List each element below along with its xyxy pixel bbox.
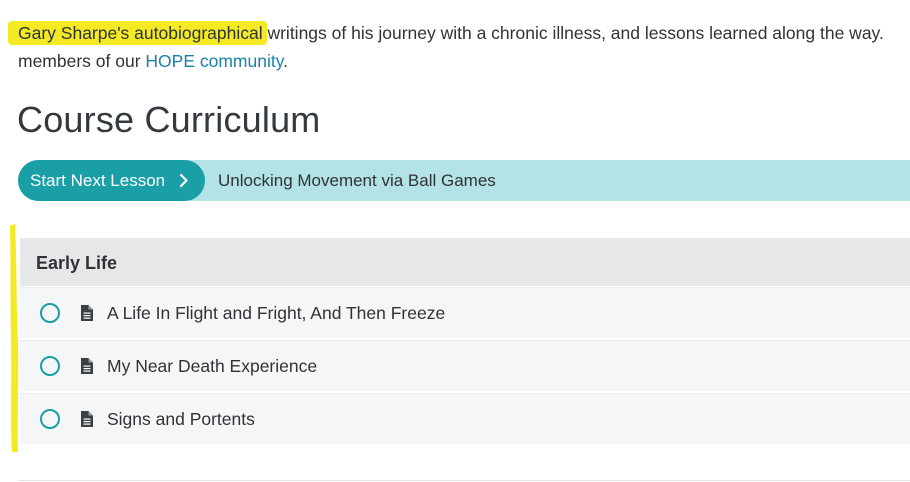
chevron-right-icon: [179, 173, 188, 188]
incomplete-circle-icon: [40, 409, 60, 429]
highlighted-text: Gary Sharpe's autobiographical: [18, 23, 263, 43]
description-line-2: members of our HOPE community.: [18, 47, 910, 75]
divider: [18, 480, 910, 481]
description-text: writings of his journey with a chronic i…: [262, 23, 884, 43]
description-suffix: .: [283, 51, 289, 71]
next-lesson-bar: Start Next Lesson Unlocking Movement via…: [18, 160, 910, 201]
start-next-lesson-button[interactable]: Start Next Lesson: [18, 160, 205, 201]
incomplete-circle-icon: [40, 356, 60, 376]
description-line-1: Gary Sharpe's autobiographical writings …: [18, 19, 910, 47]
course-description: Gary Sharpe's autobiographical writings …: [18, 19, 910, 75]
course-page: Gary Sharpe's autobiographical writings …: [0, 0, 910, 482]
section-header[interactable]: Early Life: [20, 238, 910, 286]
lesson-title: Signs and Portents: [107, 409, 255, 429]
start-next-lesson-label: Start Next Lesson: [30, 170, 166, 190]
lesson-title: A Life In Flight and Fright, And Then Fr…: [107, 303, 446, 323]
document-icon: [81, 411, 93, 427]
document-icon: [81, 305, 93, 321]
lesson-row[interactable]: A Life In Flight and Fright, And Then Fr…: [20, 287, 910, 338]
lesson-row[interactable]: My Near Death Experience: [20, 340, 910, 391]
description-prefix: members of our: [18, 51, 146, 71]
next-lesson-title[interactable]: Unlocking Movement via Ball Games: [218, 160, 496, 201]
lesson-title: My Near Death Experience: [107, 356, 318, 376]
hope-community-link[interactable]: HOPE community: [145, 51, 283, 71]
page-title: Course Curriculum: [17, 99, 321, 140]
lesson-row[interactable]: Signs and Portents: [20, 393, 910, 444]
section-title: Early Life: [36, 253, 118, 273]
document-icon: [81, 358, 93, 374]
incomplete-circle-icon: [40, 303, 60, 323]
